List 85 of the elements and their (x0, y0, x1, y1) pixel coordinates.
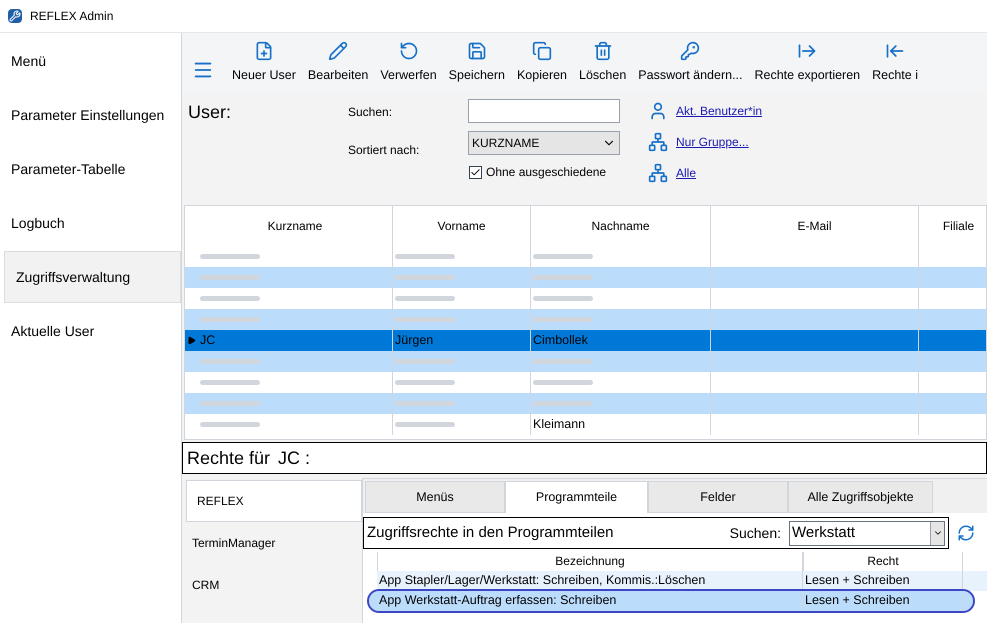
app-tab[interactable]: REFLEX (186, 480, 362, 522)
field-label: Sortiert nach: (348, 142, 420, 159)
table-cell-text: Jürgen (395, 332, 434, 350)
field-label: Suchen: (730, 524, 781, 542)
blurred-text (200, 380, 260, 385)
table-row[interactable]: App Stapler/Lager/Werkstatt: Schreiben, Kommis.:Löschen Lesen + Schreiben (377, 571, 987, 591)
trash-icon (592, 41, 613, 62)
blurred-text (200, 359, 260, 364)
sidebar-item[interactable]: Aktuelle User (0, 305, 181, 357)
sidebar-item[interactable]: Parameter-Tabelle (0, 143, 181, 195)
blurred-text (533, 317, 593, 322)
blurred-text (200, 254, 260, 259)
tab[interactable]: Alle Zugriffsobjekte (788, 481, 933, 513)
tab[interactable]: Menüs (365, 481, 505, 513)
undo-icon (398, 41, 419, 62)
sidebar-item[interactable]: Logbuch (0, 197, 181, 249)
filter-link[interactable]: Akt. Benutzer*in (676, 102, 762, 120)
app-tab[interactable]: CRM (182, 564, 362, 606)
app-logo-icon (8, 9, 22, 23)
tab[interactable]: Programmteile (505, 481, 648, 513)
blurred-text (533, 359, 593, 364)
table-row[interactable] (185, 351, 986, 372)
blurred-text (533, 380, 593, 385)
blurred-text (200, 296, 260, 301)
tab[interactable]: Felder (648, 481, 788, 513)
blurred-text (200, 317, 260, 322)
copy-icon (532, 41, 552, 62)
hierarchy-icon (648, 163, 668, 183)
blurred-text (395, 275, 455, 280)
table-row[interactable] (185, 309, 986, 330)
toolbar-button[interactable]: Rechte exportieren (752, 41, 862, 85)
checkbox-label: Ohne ausgeschiedene (486, 164, 606, 181)
search-dropdown[interactable]: Werkstatt (789, 520, 945, 546)
blurred-text (395, 317, 455, 322)
toolbar-button[interactable]: Löschen (577, 41, 628, 85)
hierarchy-icon (648, 132, 668, 152)
sidebar-item[interactable]: Parameter Einstellungen (0, 89, 181, 141)
table-cell-text: Kleimann (533, 416, 586, 434)
toolbar-button[interactable]: Passwort ändern... (636, 41, 744, 85)
blurred-text (395, 380, 455, 385)
blurred-text (395, 401, 455, 406)
panel-heading: Zugriffsrechte in den Programmteilen (367, 522, 614, 543)
save-icon (466, 41, 487, 62)
blurred-text (395, 254, 455, 259)
toolbar-button[interactable]: Rechte i (870, 41, 920, 85)
sidebar-item[interactable]: Zugriffsverwaltung (4, 251, 181, 303)
blurred-text (200, 401, 260, 406)
blurred-text (395, 296, 455, 301)
table-cell-text: Cimbollek (533, 332, 588, 350)
search-field[interactable] (468, 99, 620, 123)
current-row-icon (187, 336, 196, 345)
new-file-icon (254, 41, 274, 62)
table-cell: App Werkstatt-Auftrag erfassen: Schreiben (377, 591, 803, 611)
sort-dropdown[interactable]: KURZNAME (468, 131, 620, 155)
rights-title: Rechte für JC : (182, 442, 987, 474)
sidebar-item[interactable]: Menü (0, 35, 181, 87)
filter-link[interactable]: Nur Gruppe... (676, 133, 749, 151)
blurred-text (395, 422, 455, 427)
table-row[interactable] (185, 393, 986, 414)
blurred-text (200, 275, 260, 280)
table-cell: Lesen + Schreiben (803, 591, 963, 611)
refresh-icon[interactable] (957, 524, 975, 542)
toolbar-button[interactable]: Kopieren (514, 41, 570, 85)
blurred-text (533, 275, 593, 280)
checkbox[interactable] (469, 166, 482, 178)
key-icon (680, 41, 700, 62)
blurred-text (200, 422, 260, 427)
blurred-text (533, 254, 593, 259)
window-title: REFLEX Admin (30, 8, 114, 25)
toolbar-button[interactable]: Speichern (446, 41, 507, 85)
blurred-text (533, 296, 593, 301)
section-title: User: (188, 101, 232, 124)
toolbar-button[interactable]: Verwerfen (378, 41, 439, 85)
field-label: Suchen: (348, 104, 394, 121)
table-cell-text: JC (200, 332, 216, 350)
table-row[interactable] (185, 267, 986, 288)
table-row[interactable]: JC Jürgen Cimbollek (185, 330, 986, 351)
toolbar-button[interactable]: Neuer User (230, 41, 298, 85)
app-tab[interactable]: TerminManager (182, 522, 362, 564)
blurred-text (395, 359, 455, 364)
filter-link[interactable]: Alle (676, 164, 696, 182)
table-row[interactable]: App Werkstatt-Auftrag erfassen: Schreiben Lesen + Schreiben (369, 591, 973, 611)
pencil-icon (328, 41, 348, 62)
toolbar-button[interactable]: Bearbeiten (306, 41, 370, 85)
blurred-text (533, 401, 593, 406)
